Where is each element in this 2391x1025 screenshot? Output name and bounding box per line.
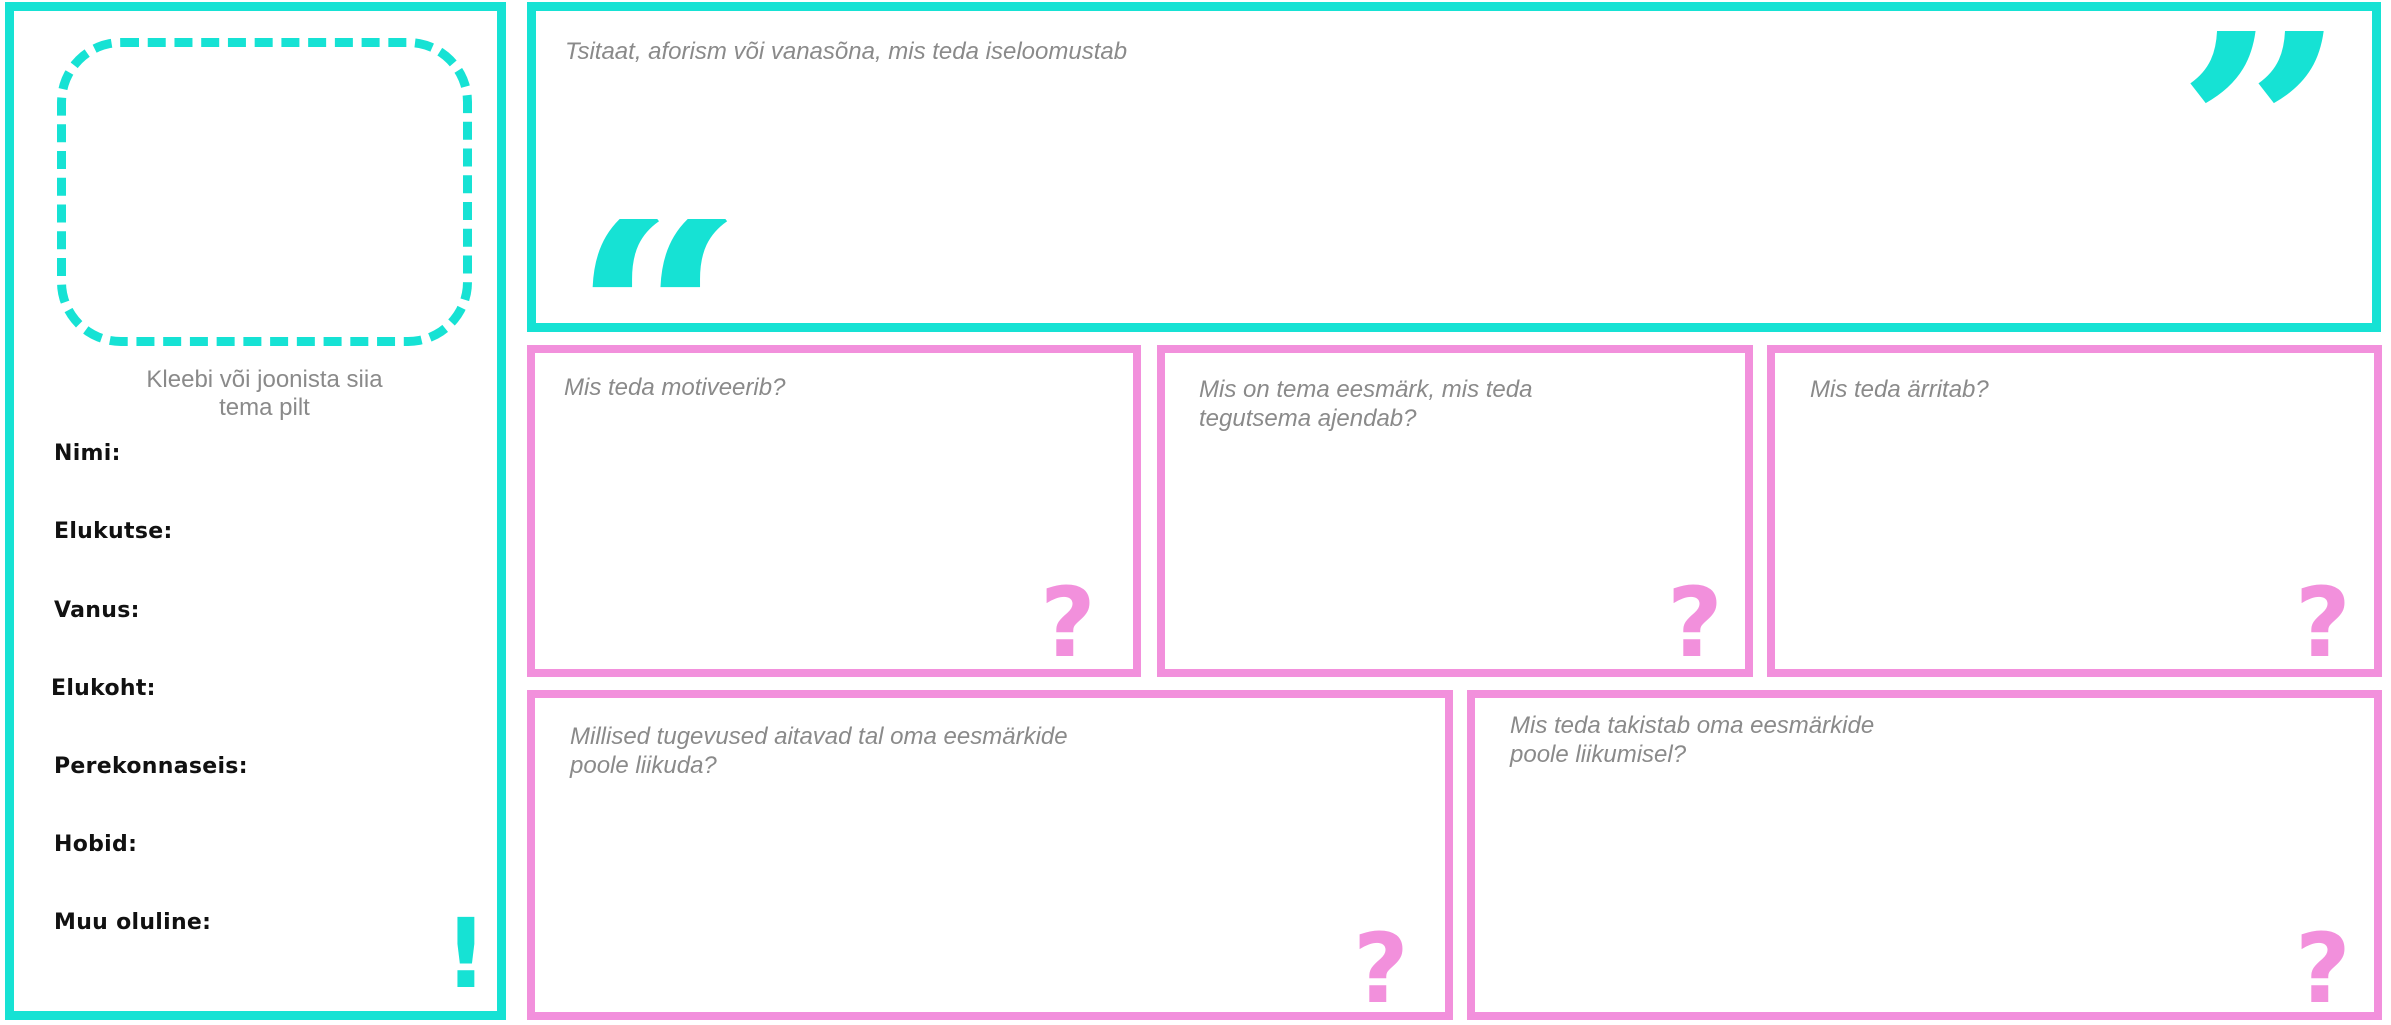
obstacles-prompt: Mis teda takistab oma eesmärkide poole l…	[1510, 712, 1875, 768]
strengths-prompt: Millised tugevused aitavad tal oma eesmä…	[570, 723, 1068, 779]
motivation-prompt: Mis teda motiveerib?	[564, 374, 786, 401]
question-mark-icon: ?	[1667, 567, 1723, 679]
question-mark-icon: ?	[1040, 567, 1096, 679]
field-label-other: Muu oluline:	[54, 910, 212, 935]
irritation-prompt: Mis teda ärritab?	[1810, 376, 1989, 403]
field-label-marital-status: Perekonnaseis:	[54, 754, 248, 779]
field-label-hobbies: Hobid:	[54, 832, 138, 857]
question-mark-icon: ?	[2295, 913, 2351, 1025]
quote-prompt: Tsitaat, aforism või vanasõna, mis teda …	[565, 38, 1128, 65]
question-mark-icon: ?	[1353, 913, 1409, 1025]
goal-box[interactable]: Mis on tema eesmärk, mis teda tegutsema …	[1157, 345, 1753, 677]
photo-placeholder-frame[interactable]	[57, 38, 472, 346]
exclamation-icon: !	[444, 898, 488, 1010]
opening-quote-icon: “	[572, 219, 745, 349]
obstacles-box[interactable]: Mis teda takistab oma eesmärkide poole l…	[1467, 690, 2382, 1020]
field-label-age: Vanus:	[54, 598, 140, 623]
motivation-box[interactable]: Mis teda motiveerib? ?	[527, 345, 1141, 677]
irritation-box[interactable]: Mis teda ärritab? ?	[1767, 345, 2382, 677]
field-label-occupation: Elukutse:	[54, 519, 173, 544]
photo-hint: Kleebi või joonista siia tema pilt	[146, 366, 383, 421]
closing-quote-icon: ”	[2176, 31, 2349, 161]
goal-prompt: Mis on tema eesmärk, mis teda tegutsema …	[1199, 376, 1533, 432]
quote-box[interactable]: Tsitaat, aforism või vanasõna, mis teda …	[527, 2, 2381, 349]
question-mark-icon: ?	[2295, 567, 2351, 679]
field-label-name: Nimi:	[54, 441, 121, 466]
profile-panel: Kleebi või joonista siia tema pilt Nimi:…	[5, 2, 506, 1020]
strengths-box[interactable]: Millised tugevused aitavad tal oma eesmä…	[527, 690, 1453, 1020]
field-label-residence: Elukoht:	[51, 676, 156, 701]
